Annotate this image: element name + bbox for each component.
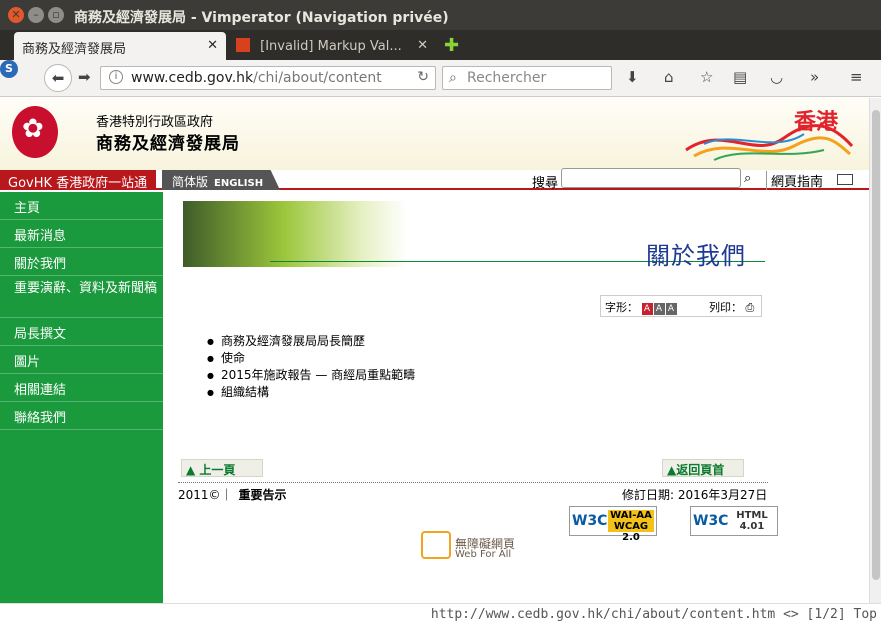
up-arrow-icon: ▲ (186, 463, 200, 477)
back-to-top-button[interactable]: ▲返回頁首 (662, 459, 744, 477)
navigation-bar: S ⬅ ➡ i www.cedb.gov.hk/chi/about/conten… (0, 60, 881, 97)
addon-s-icon[interactable]: S (0, 60, 18, 78)
url-path: /chi/about/content (253, 70, 382, 86)
w3c-html-badge[interactable]: W3C HTML 4.01 (690, 506, 778, 536)
download-icon[interactable]: ⬇ (626, 68, 639, 86)
checkbox-icon (421, 531, 451, 559)
footer-copyright: 2011©｜ 重要告示 (178, 486, 287, 503)
reload-icon[interactable]: ↻ (417, 69, 429, 85)
forward-button[interactable]: ➡ (78, 68, 91, 86)
url-bar[interactable]: i www.cedb.gov.hk/chi/about/content ↻ (100, 66, 436, 90)
close-tab-icon[interactable]: ✕ (207, 38, 218, 53)
scrollbar-thumb[interactable] (872, 110, 880, 580)
window-title: 商務及經濟發展局 - Vimperator (Navigation privée… (74, 10, 449, 26)
close-tab-icon[interactable]: ✕ (417, 38, 428, 53)
sidebar-item-articles[interactable]: 局長撰文 (0, 318, 163, 346)
page-tools: 字形： AAA 列印： ⎙ (600, 295, 762, 317)
tab-cedb[interactable]: 商務及經濟發展局 ✕ (14, 32, 226, 60)
sidebar-item-news[interactable]: 最新消息 (0, 220, 163, 248)
font-large-button[interactable]: A (665, 303, 677, 315)
simplified-chinese-link[interactable]: 简体版 (172, 175, 208, 189)
sidebar-item-about[interactable]: 關於我們 (0, 248, 163, 276)
sidebar-item-home[interactable]: 主頁 (0, 192, 163, 220)
sidebar-nav: 主頁 最新消息 關於我們 重要演辭、資料及新聞稿 局長撰文 圖片 相關連結 聯絡… (0, 192, 163, 603)
minimize-window-button[interactable]: – (28, 7, 44, 23)
list-item-bio[interactable]: 商務及經濟發展局局長簡歷 (207, 333, 415, 350)
search-input[interactable]: ⌕ Rechercher (442, 66, 612, 90)
web-for-all-badge[interactable]: 無障礙網頁 Web For All (405, 521, 525, 581)
copyright-text: 2011©｜ (178, 488, 233, 502)
list-item-mission[interactable]: 使命 (207, 350, 415, 367)
new-tab-button[interactable]: ✚ (444, 35, 459, 56)
pocket-icon[interactable]: ◡ (770, 68, 783, 86)
w3c-logo: W3C (693, 513, 729, 529)
list-item-organisation[interactable]: 組織結構 (207, 384, 415, 401)
mail-icon[interactable] (837, 174, 853, 185)
w3c-wai-badge[interactable]: W3C WAI-AA WCAG 2.0 (569, 506, 657, 543)
tab-validator[interactable]: [Invalid] Markup Val... ✕ (228, 32, 436, 60)
english-link[interactable]: ENGLISH (214, 178, 263, 189)
site-search-input[interactable] (561, 168, 741, 188)
title-bar: ✕ – ▫ 商務及經濟發展局 - Vimperator (Navigation … (0, 0, 881, 30)
revision-date: 修訂日期: 2016年3月27日 (622, 488, 768, 502)
important-notices-link[interactable]: 重要告示 (239, 488, 287, 502)
tab-label: [Invalid] Markup Val... (260, 39, 402, 54)
search-placeholder: Rechercher (467, 70, 547, 86)
web-page: 香港特別行政區政府 商務及經濟發展局 香港 GovHK 香港政府一站通 简体版 E… (0, 98, 869, 603)
vertical-scrollbar[interactable] (869, 98, 881, 603)
site-search-label: 搜尋 (532, 176, 559, 191)
list-item-policy[interactable]: 2015年施政報告 — 商經局重點範疇 (207, 367, 415, 384)
about-links-list: 商務及經濟發展局局長簡歷 使命 2015年施政報告 — 商經局重點範疇 組織結構 (207, 333, 415, 401)
print-icon[interactable]: ⎙ (746, 301, 755, 314)
maximize-window-button[interactable]: ▫ (48, 7, 64, 23)
language-links: 简体版 ENGLISH (162, 170, 280, 190)
html-badge-text: HTML 4.01 (729, 510, 775, 532)
sidebar-item-speeches[interactable]: 重要演辭、資料及新聞稿 (0, 276, 163, 318)
favicon-icon (236, 38, 250, 52)
w3c-logo: W3C (572, 513, 608, 529)
info-icon[interactable]: i (109, 70, 123, 84)
hamburger-menu-icon[interactable]: ≡ (850, 68, 863, 86)
tab-label: 商務及經濟發展局 (22, 42, 127, 57)
page-title: 關於我們 (646, 242, 746, 270)
site-header: 香港特別行政區政府 商務及經濟發展局 香港 (0, 98, 869, 170)
wai-badge-text: WAI-AA WCAG 2.0 (608, 510, 654, 543)
bookmark-star-icon[interactable]: ☆ (700, 68, 713, 86)
up-arrow-icon: ▲ (667, 463, 677, 477)
site-guide-link[interactable]: 網頁指南 (766, 171, 823, 190)
bookmarks-list-icon[interactable]: ▤ (733, 68, 747, 86)
content-banner-image (183, 201, 407, 267)
sidebar-item-contact[interactable]: 聯絡我們 (0, 402, 163, 430)
hksar-emblem-icon[interactable] (12, 106, 58, 158)
previous-page-label: 上一頁 (199, 463, 236, 477)
url-host: www.cedb.gov.hk (131, 70, 254, 86)
font-medium-button[interactable]: A (653, 303, 665, 315)
home-icon[interactable]: ⌂ (664, 68, 674, 86)
status-bar: http://www.cedb.gov.hk/chi/about/content… (0, 603, 881, 625)
font-size-label: 字形： (605, 301, 638, 314)
back-button[interactable]: ⬅ (44, 64, 72, 92)
tab-strip: 商務及經濟發展局 ✕ [Invalid] Markup Val... ✕ ✚ (0, 30, 881, 60)
govhk-link[interactable]: GovHK 香港政府一站通 (0, 170, 156, 191)
font-small-button[interactable]: A (641, 303, 653, 315)
site-search-button[interactable]: ⌕ (744, 171, 751, 186)
footer-divider (178, 482, 768, 483)
top-strip: GovHK 香港政府一站通 简体版 ENGLISH 搜尋 ⌕ 網頁指南 (0, 168, 869, 191)
sidebar-item-photos[interactable]: 圖片 (0, 346, 163, 374)
close-window-button[interactable]: ✕ (8, 7, 24, 23)
previous-page-button[interactable]: ▲ 上一頁 (181, 459, 263, 477)
department-name[interactable]: 商務及經濟發展局 (96, 129, 240, 154)
overflow-menu-icon[interactable]: » (810, 68, 819, 86)
print-label: 列印： (709, 301, 742, 314)
government-name: 香港特別行政區政府 (96, 115, 214, 130)
back-to-top-label: 返回頁首 (676, 463, 725, 477)
search-icon: ⌕ (449, 70, 457, 86)
web-for-all-en: Web For All (455, 549, 512, 560)
sidebar-item-links[interactable]: 相關連結 (0, 374, 163, 402)
brand-hong-kong: 香港 (794, 110, 839, 135)
